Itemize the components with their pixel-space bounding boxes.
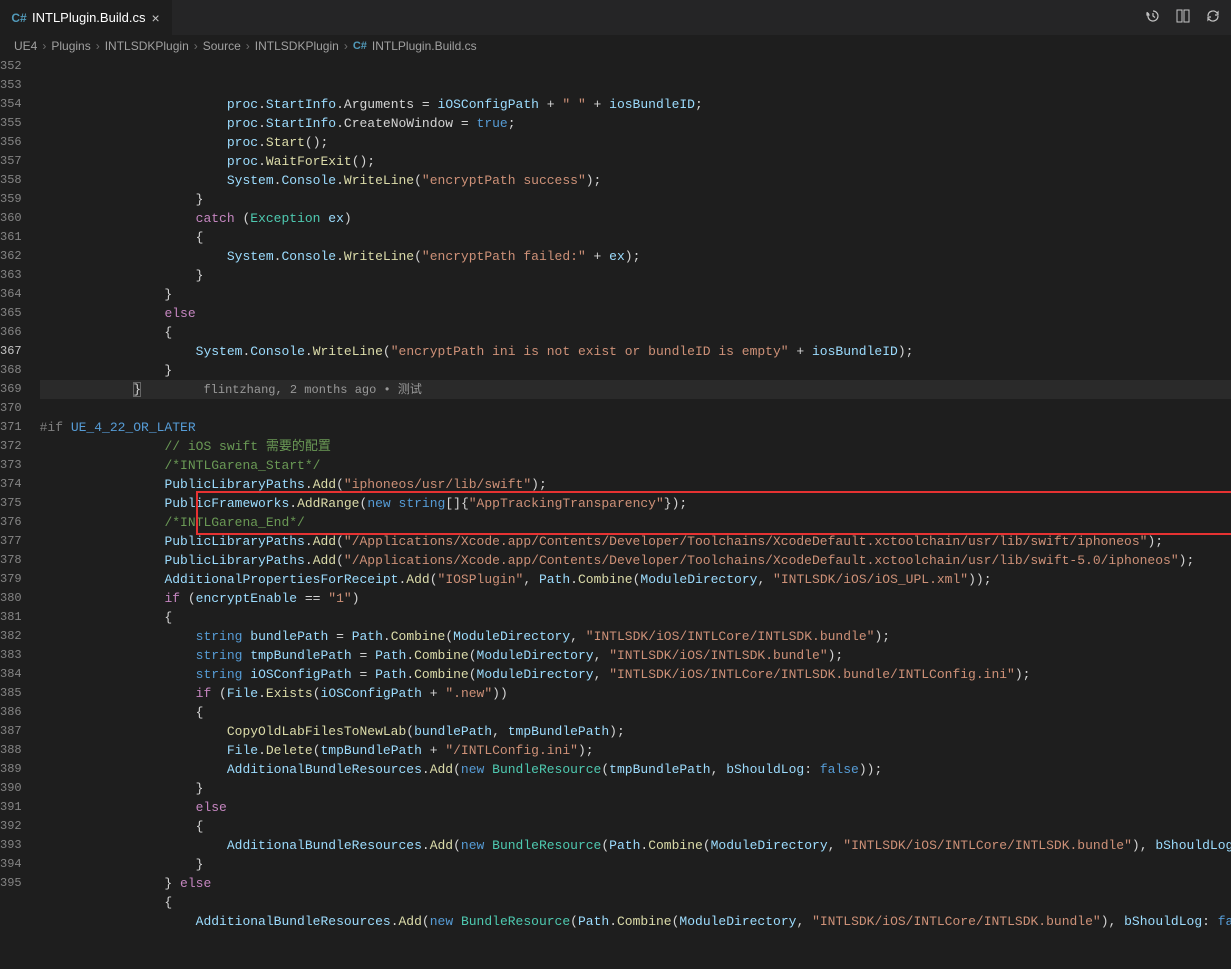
editor-area[interactable]: 3523533543553563573583593603613623633643… — [0, 57, 1231, 884]
code-content[interactable]: proc.StartInfo.Arguments = iOSConfigPath… — [40, 57, 1231, 884]
csharp-file-icon: C# — [12, 11, 26, 25]
breadcrumb-part[interactable]: UE4 — [14, 39, 37, 53]
tab-active[interactable]: C# INTLPlugin.Build.cs × — [0, 0, 172, 35]
refresh-icon[interactable] — [1205, 8, 1221, 28]
line-number-gutter: 3523533543553563573583593603613623633643… — [0, 57, 40, 884]
breadcrumbs[interactable]: UE4› Plugins› INTLSDKPlugin› Source› INT… — [0, 35, 1231, 57]
breadcrumb-part[interactable]: INTLSDKPlugin — [255, 39, 339, 53]
history-icon[interactable] — [1145, 8, 1161, 28]
tabs-area: C# INTLPlugin.Build.cs × — [0, 0, 172, 35]
breadcrumb-part[interactable]: INTLSDKPlugin — [105, 39, 189, 53]
csharp-file-icon: C# — [353, 40, 367, 52]
tab-filename: INTLPlugin.Build.cs — [32, 10, 145, 25]
compare-icon[interactable] — [1175, 8, 1191, 28]
close-icon[interactable]: × — [151, 10, 159, 26]
breadcrumb-part[interactable]: Source — [203, 39, 241, 53]
tab-bar: C# INTLPlugin.Build.cs × — [0, 0, 1231, 35]
breadcrumb-file[interactable]: INTLPlugin.Build.cs — [372, 39, 477, 53]
breadcrumb-part[interactable]: Plugins — [51, 39, 90, 53]
editor-toolbar — [1145, 8, 1231, 28]
